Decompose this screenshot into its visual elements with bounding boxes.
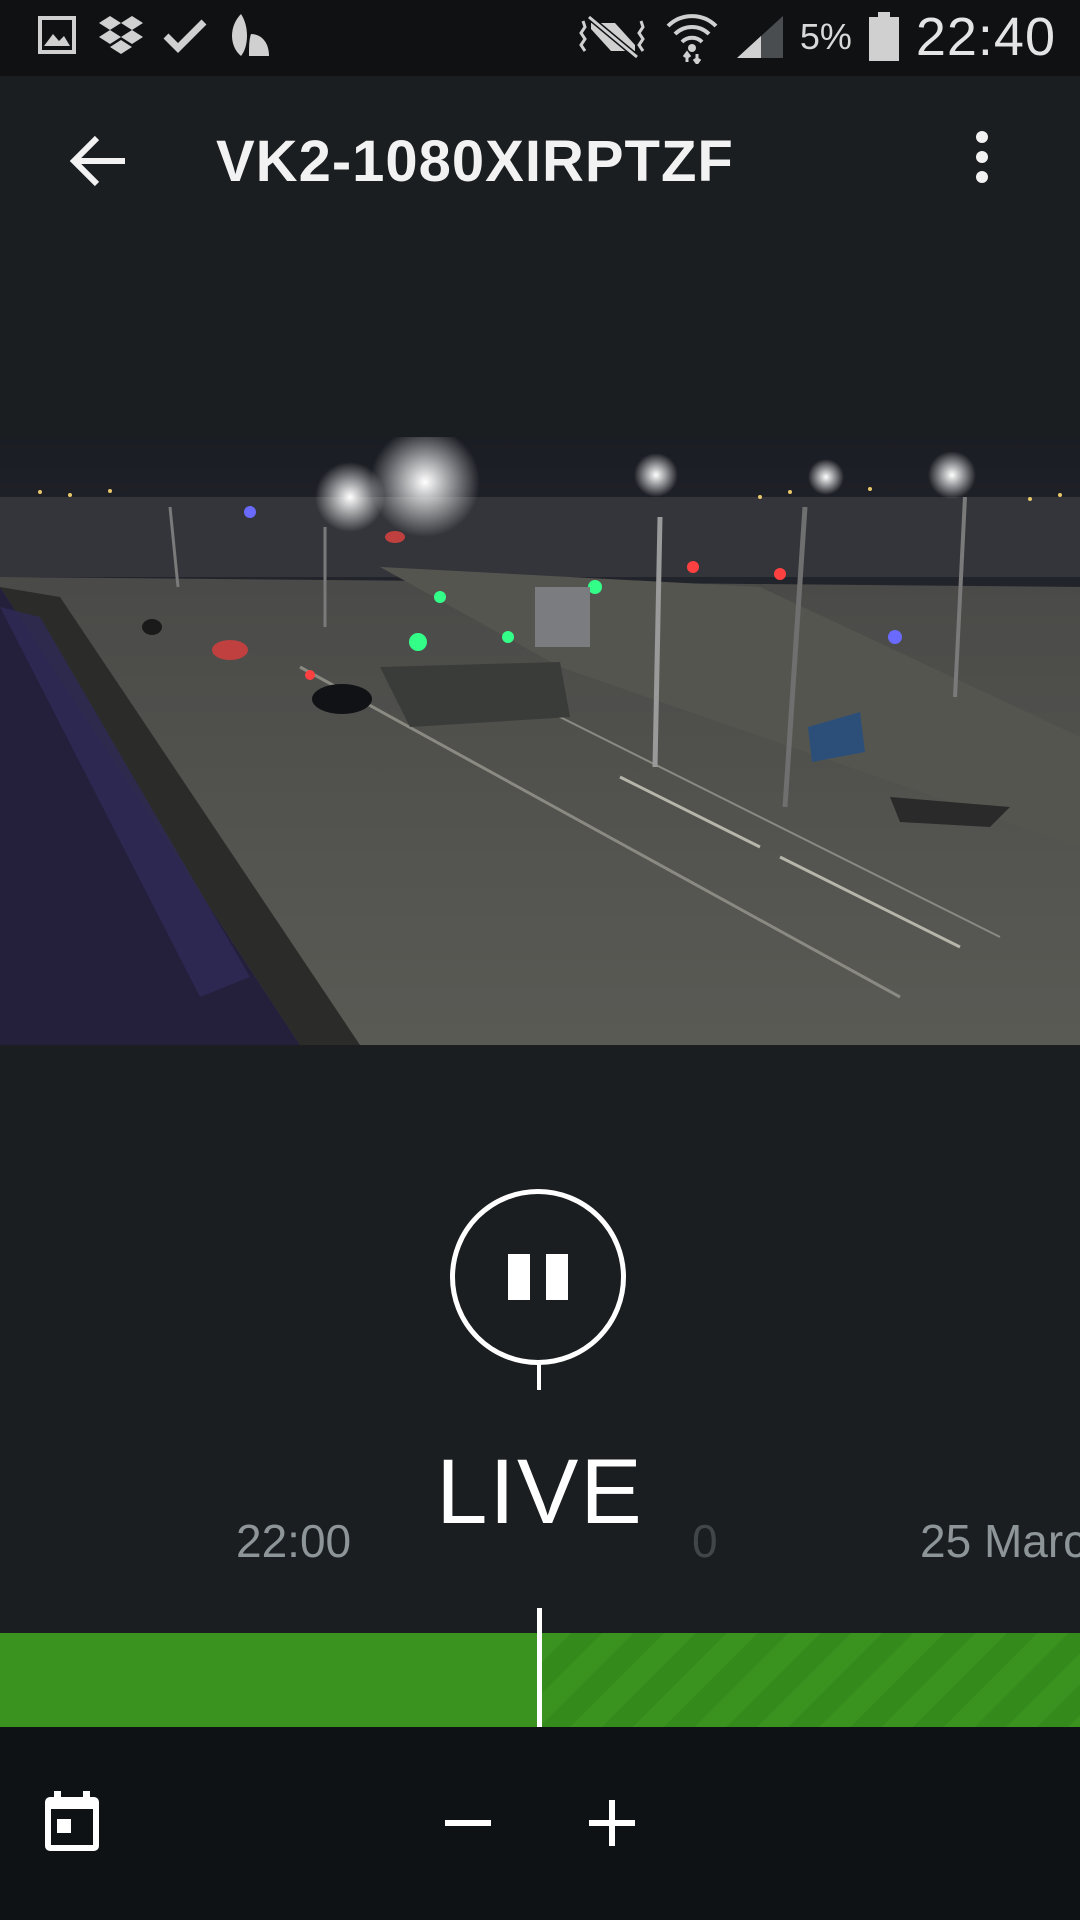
overflow-menu-button[interactable] <box>952 122 1012 192</box>
more-vert-icon <box>976 131 988 183</box>
timeline-playhead[interactable] <box>537 1608 542 1728</box>
status-bar: 5% 22:40 <box>0 0 1080 76</box>
bottom-toolbar <box>0 1727 1080 1920</box>
gallery-icon <box>34 12 80 58</box>
system-icons: 5% 22:40 <box>576 6 1056 68</box>
battery-icon <box>866 10 902 64</box>
timeline-future-region <box>540 1633 1080 1727</box>
pause-button[interactable] <box>450 1189 626 1365</box>
night-road-scene <box>0 437 1080 1045</box>
wifi-icon <box>664 9 720 65</box>
arrow-left-icon <box>69 135 125 187</box>
clock: 22:40 <box>915 7 1056 67</box>
live-label: LIVE <box>436 1441 644 1543</box>
back-button[interactable] <box>64 126 134 196</box>
calendar-button[interactable] <box>42 1791 102 1853</box>
dropbox-icon <box>98 12 144 58</box>
page-title: VK2-1080XIRPTZF <box>216 129 734 194</box>
zoom-in-button[interactable] <box>582 1793 642 1853</box>
notification-icons <box>34 12 272 58</box>
signal-icon <box>734 14 786 60</box>
battery-percent: 5% <box>799 16 852 57</box>
zoom-out-button[interactable] <box>438 1793 498 1853</box>
camera-video-feed[interactable] <box>0 437 1080 1045</box>
plus-icon <box>589 1800 635 1846</box>
calendar-icon <box>45 1791 99 1851</box>
check-icon <box>162 12 208 58</box>
pause-icon <box>500 1254 576 1300</box>
pause-button-stem <box>537 1364 541 1390</box>
leaf-icon <box>226 12 272 58</box>
mute-icon <box>576 14 650 60</box>
app-bar: VK2-1080XIRPTZF <box>0 76 1080 244</box>
minus-icon <box>445 1820 491 1826</box>
